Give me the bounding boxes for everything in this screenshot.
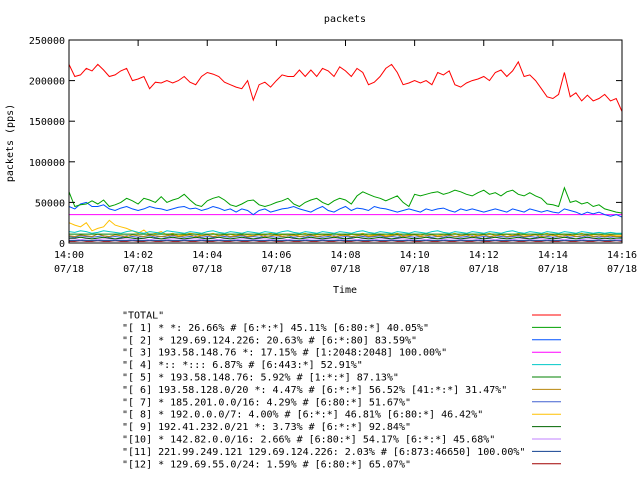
x-tick-time-label: 14:00 (54, 250, 84, 261)
x-tick-date-label: 07/18 (330, 264, 360, 275)
x-tick-time-label: 14:04 (192, 250, 222, 261)
legend-label-2: "[ 2] * 129.69.124.226: 20.63% # [6:*:80… (122, 335, 417, 346)
x-tick-time-label: 14:06 (261, 250, 291, 261)
x-tick-date-label: 07/18 (400, 264, 430, 275)
chart-title: packets (324, 14, 366, 25)
y-tick-label: 250000 (29, 36, 65, 47)
legend-label-5: "[ 5] * 193.58.148.76: 5.92% # [1:*:*] 8… (122, 373, 399, 384)
y-tick-label: 100000 (29, 158, 65, 169)
x-tick-time-label: 14:08 (330, 250, 360, 261)
legend-label-4: "[ 4] *:: *::: 6.87% # [6:443:*] 52.91%" (122, 360, 363, 371)
x-tick-date-label: 07/18 (261, 264, 291, 275)
legend-label-12: "[12] * 129.69.55.0/24: 1.59% # [6:80:*]… (122, 459, 411, 470)
legend-label-6: "[ 6] 193.58.128.0/20 *: 4.47% # [6:*:*]… (122, 385, 507, 396)
packets-chart: packets packets (pps) Time 0 50000 100000 1… (5, 14, 637, 470)
legend-label-10: "[10] * 142.82.0.0/16: 2.66% # [6:80:*] … (122, 435, 495, 446)
x-tick-date-label: 07/18 (469, 264, 499, 275)
y-tick-label: 50000 (35, 198, 65, 209)
series-line-4 (68, 230, 622, 234)
x-tick-time-label: 14:10 (400, 250, 430, 261)
x-tick-time-label: 14:16 (607, 250, 637, 261)
x-tick-time-label: 14:12 (469, 250, 499, 261)
y-tick-label: 0 (59, 239, 65, 250)
legend-label-8: "[ 8] * 192.0.0.0/7: 4.00% # [6:*:*] 46.… (122, 410, 483, 421)
y-tick-label: 200000 (29, 77, 65, 88)
x-tick-date-label: 07/18 (538, 264, 568, 275)
legend-label-1: "[ 1] * *: 26.66% # [6:*:*] 45.11% [6:80… (122, 323, 429, 334)
legend: "TOTAL""[ 1] * *: 26.66% # [6:*:*] 45.11… (122, 311, 561, 470)
x-tick-date-label: 07/18 (192, 264, 222, 275)
series-line-0 (68, 60, 623, 112)
legend-label-11: "[11] 221.99.249.121 129.69.124.226: 2.0… (122, 447, 525, 458)
legend-label-0: "TOTAL" (122, 311, 164, 322)
x-tick-time-label: 14:14 (538, 250, 568, 261)
legend-label-7: "[ 7] * 185.201.0.0/16: 4.29% # [6:80:*]… (122, 397, 411, 408)
x-axis-label: Time (333, 285, 357, 296)
x-tick-date-label: 07/18 (54, 264, 84, 275)
y-axis-label: packets (pps) (5, 104, 16, 182)
series-line-1 (68, 186, 623, 214)
legend-label-9: "[ 9] 192.41.232.0/21 *: 3.73% # [6:*:*]… (122, 422, 411, 433)
series-lines (68, 60, 623, 242)
y-tick-label: 150000 (29, 117, 65, 128)
x-tick-time-label: 14:02 (123, 250, 153, 261)
legend-label-3: "[ 3] 193.58.148.76 *: 17.15% # [1:2048:… (122, 348, 447, 359)
x-tick-date-label: 07/18 (123, 264, 153, 275)
x-tick-date-label: 07/18 (607, 264, 637, 275)
